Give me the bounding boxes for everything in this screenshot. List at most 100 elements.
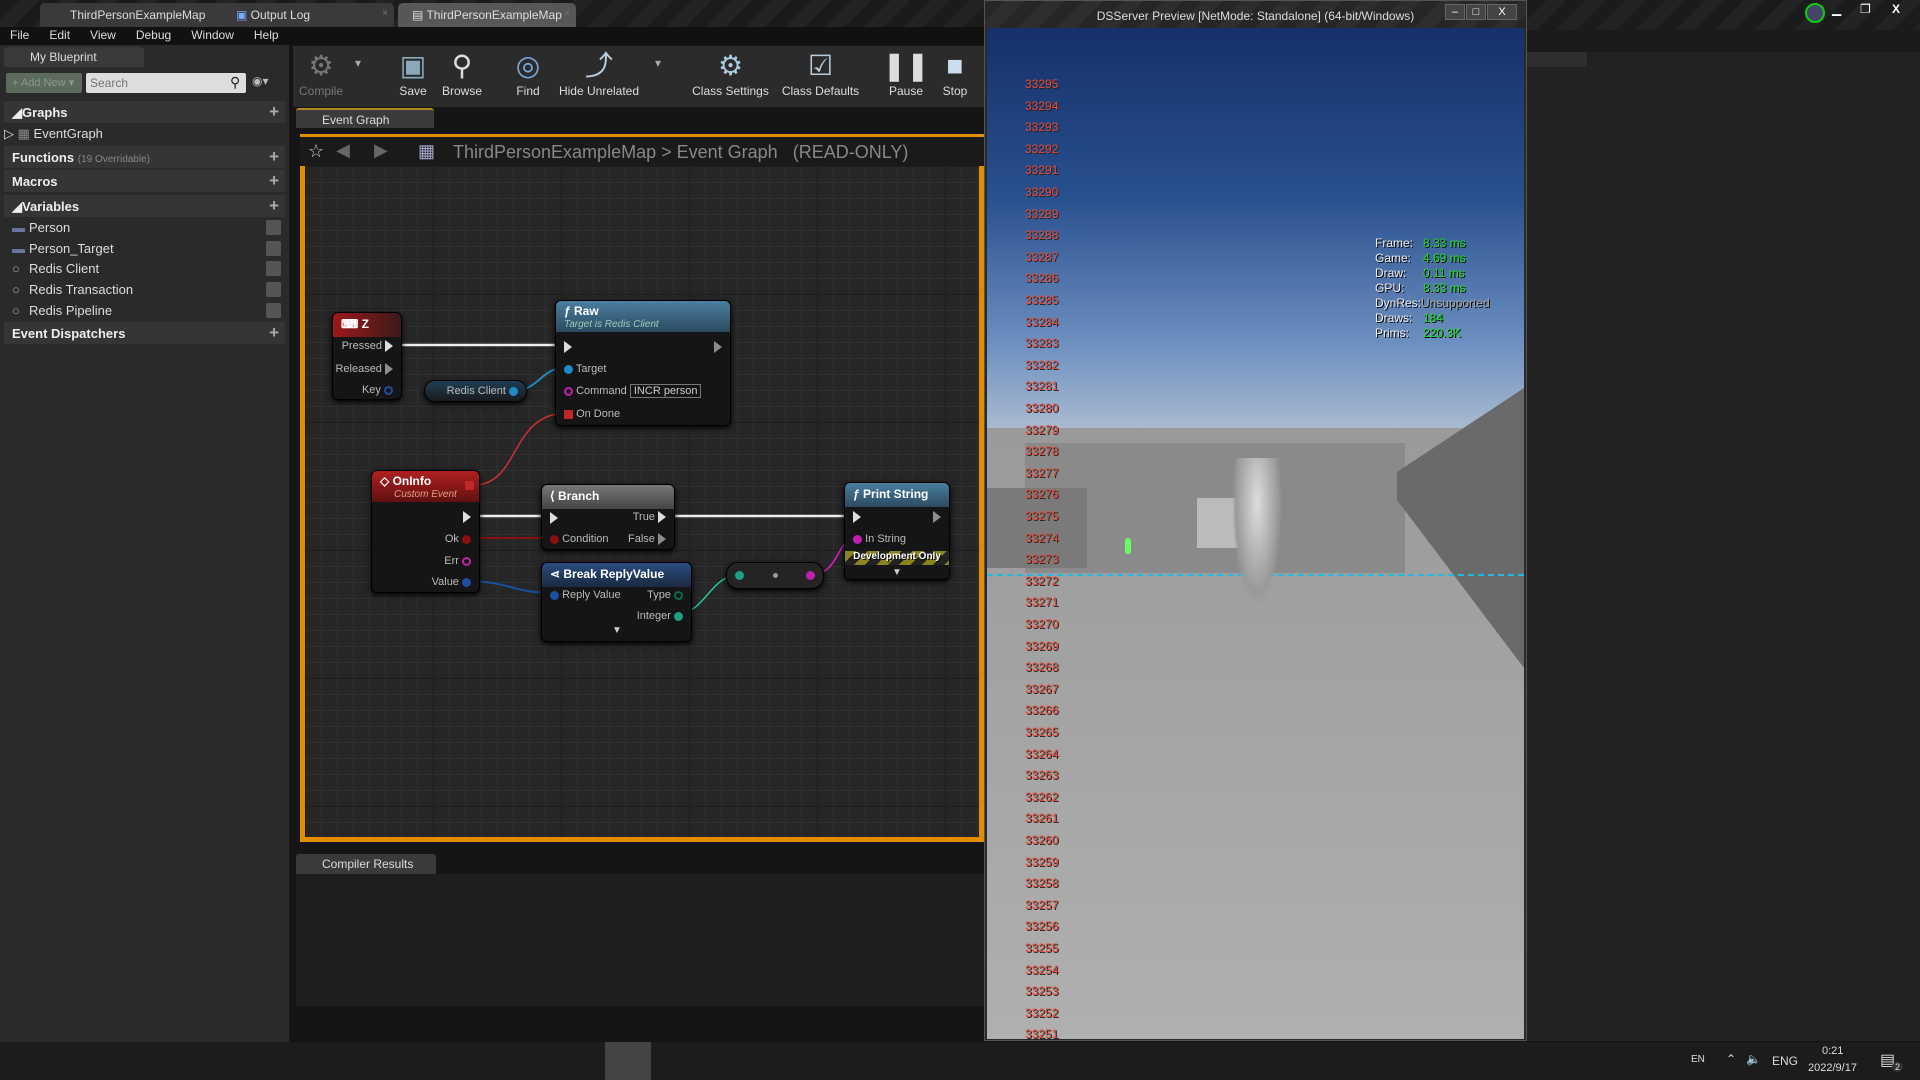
pin-command[interactable]: Command INCR person (564, 384, 702, 398)
exec-in-pin-icon[interactable] (564, 341, 572, 353)
pin-key[interactable]: Key (362, 384, 393, 396)
event-graph-tab[interactable]: Event Graph (296, 108, 434, 128)
menu-edit[interactable]: Edit (39, 27, 80, 45)
visibility-icon[interactable] (266, 261, 281, 276)
hide-unrelated-dropdown[interactable]: ▾ (655, 56, 661, 70)
preview-title-bar[interactable]: DSServer Preview [NetMode: Standalone] (… (985, 1, 1526, 28)
visibility-icon[interactable] (266, 303, 281, 318)
game-viewport[interactable]: 33295 33294 33293 33292 33291 33290 33289 33288… (987, 28, 1524, 1039)
breadcrumb-map[interactable]: ThirdPersonExampleMap (453, 142, 656, 162)
language-indicator[interactable]: ENG (1772, 1054, 1798, 1068)
pin-false[interactable]: False (628, 533, 666, 546)
menu-help[interactable]: Help (244, 27, 289, 45)
breadcrumb-graph[interactable]: Event Graph (677, 142, 778, 162)
close-button[interactable]: X (1892, 2, 1900, 16)
forward-arrow-icon[interactable]: ▶ (374, 140, 388, 161)
node-z-key-event[interactable]: ⌨ Z Pressed Released Key (332, 312, 402, 400)
taskbar-active-app[interactable] (605, 1042, 651, 1080)
hide-unrelated-button[interactable]: ⤴ Hide Unrelated (549, 48, 649, 98)
exec-in-pin-icon[interactable] (550, 512, 558, 524)
expand-arrow-icon[interactable]: ▼ (612, 625, 622, 636)
menu-view[interactable]: View (80, 27, 126, 45)
pin-true[interactable]: True (633, 511, 666, 524)
command-value-input[interactable]: INCR person (629, 384, 702, 398)
node-raw[interactable]: ƒ Raw Target is Redis Client Target Comma… (555, 300, 731, 426)
pin-on-done[interactable]: On Done (564, 408, 620, 420)
section-graphs[interactable]: ◢Graphs + (4, 101, 285, 123)
pin-in-string[interactable]: In String (853, 533, 906, 545)
add-function-icon[interactable]: + (269, 147, 279, 167)
section-macros[interactable]: Macros + (4, 170, 285, 192)
my-blueprint-tab[interactable]: My Blueprint (4, 47, 144, 67)
add-new-button[interactable]: + Add New ▾ (6, 73, 82, 93)
section-variables[interactable]: ◢Variables + (4, 195, 285, 217)
variable-redis-transaction[interactable]: ○ Redis Transaction (12, 282, 287, 297)
node-redis-client-getter[interactable]: Redis Client (424, 380, 527, 402)
node-print-string[interactable]: ƒ Print String In String Development Onl… (844, 482, 950, 580)
section-event-dispatchers[interactable]: Event Dispatchers + (4, 322, 285, 344)
tab-third-person-map-2[interactable]: ▤ ThirdPersonExampleMap × (398, 3, 576, 27)
minimize-button[interactable]: ▁ (1832, 2, 1841, 16)
variable-person[interactable]: ▬ Person (12, 220, 287, 235)
pin-released[interactable]: Released (335, 363, 393, 376)
stop-button[interactable]: ■ Stop (923, 48, 987, 98)
add-graph-icon[interactable]: + (269, 102, 279, 122)
expand-arrow-icon[interactable]: ▼ (892, 567, 902, 578)
maximize-button[interactable]: □ (1466, 4, 1486, 20)
exec-out-pin-icon[interactable] (714, 341, 722, 353)
ime-indicator[interactable]: EN (1691, 1054, 1705, 1065)
graph-item-eventgraph[interactable]: ▷ ▦ EventGraph (4, 126, 103, 142)
compile-options-dropdown[interactable]: ▾ (355, 56, 361, 70)
variable-person-target[interactable]: ▬ Person_Target (12, 241, 287, 256)
restore-button[interactable]: ❐ (1860, 2, 1871, 16)
delegate-pin-icon[interactable] (465, 481, 474, 490)
compile-button[interactable]: ⚙ Compile (281, 48, 361, 98)
volume-icon[interactable]: 🔈 (1746, 1052, 1761, 1066)
add-dispatcher-icon[interactable]: + (269, 323, 279, 343)
node-int-to-string-conversion[interactable] (726, 562, 824, 589)
add-variable-icon[interactable]: + (269, 196, 279, 216)
pin-reply-value[interactable]: Reply Value (550, 589, 621, 601)
pin-condition[interactable]: Condition (550, 533, 609, 545)
class-settings-button[interactable]: ⚙ Class Settings (683, 48, 778, 98)
search-input[interactable] (86, 73, 246, 93)
class-defaults-button[interactable]: ☑ Class Defaults (773, 48, 868, 98)
variable-redis-pipeline[interactable]: ○ Redis Pipeline (12, 303, 287, 318)
compiler-results-tab[interactable]: Compiler Results (296, 854, 436, 874)
node-break-reply-value[interactable]: ⋖ Break ReplyValue Reply Value Type Inte… (541, 562, 692, 642)
section-functions[interactable]: Functions (19 Overridable) + (4, 146, 285, 168)
output-pin-icon[interactable] (806, 571, 815, 580)
visibility-icon[interactable] (266, 282, 281, 297)
node-oninfo-event[interactable]: ◇ OnInfo Custom Event Ok Err Value (371, 470, 480, 593)
visibility-icon[interactable] (266, 220, 281, 235)
minimize-button[interactable]: – (1445, 4, 1465, 20)
exec-out-pin-icon[interactable] (933, 511, 941, 523)
close-icon[interactable]: × (564, 8, 570, 19)
pin-ok[interactable]: Ok (445, 533, 471, 545)
node-branch[interactable]: ⟨ Branch True Condition False (541, 484, 675, 550)
clock-date[interactable]: 2022/9/17 (1808, 1062, 1857, 1074)
add-macro-icon[interactable]: + (269, 171, 279, 191)
visibility-icon[interactable] (266, 241, 281, 256)
pin-integer[interactable]: Integer (637, 610, 683, 622)
menu-window[interactable]: Window (181, 27, 244, 45)
exec-in-pin-icon[interactable] (853, 511, 861, 523)
view-options-icon[interactable]: ◉▾ (252, 74, 269, 88)
back-arrow-icon[interactable]: ◀ (336, 140, 350, 161)
pin-type[interactable]: Type (647, 589, 683, 601)
clock-time[interactable]: 0:21 (1822, 1045, 1843, 1057)
pin-err[interactable]: Err (444, 555, 471, 567)
menu-debug[interactable]: Debug (126, 27, 181, 45)
input-pin-icon[interactable] (735, 571, 744, 580)
close-icon[interactable]: × (382, 8, 388, 19)
pin-pressed[interactable]: Pressed (342, 340, 393, 353)
pin-target[interactable]: Target (564, 363, 606, 375)
pin-value[interactable]: Value (432, 576, 471, 588)
exec-out-pin-icon[interactable] (463, 511, 471, 523)
variable-redis-client[interactable]: ○ Redis Client (12, 261, 287, 276)
tray-overflow-icon[interactable]: ⌃ (1726, 1052, 1736, 1066)
tab-output-log[interactable]: ▣ Output Log × (222, 3, 394, 27)
menu-file[interactable]: File (0, 27, 39, 45)
favorite-star-icon[interactable]: ☆ (308, 141, 324, 162)
tab-third-person-map-1[interactable]: ThirdPersonExampleMap (40, 3, 230, 27)
